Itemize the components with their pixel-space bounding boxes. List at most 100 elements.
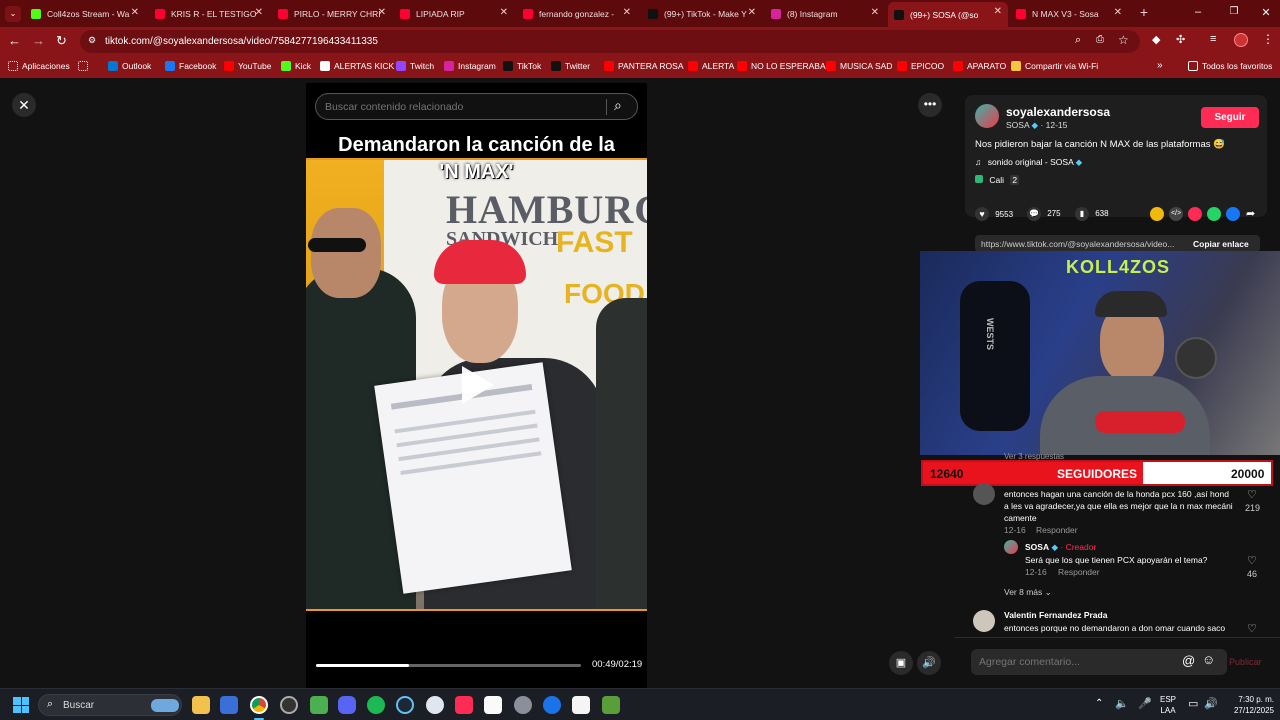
related-search-bar[interactable]: ⌕ xyxy=(315,93,638,120)
bookmark-item[interactable]: ALERTAS KICK xyxy=(320,61,394,71)
steam-icon[interactable] xyxy=(396,696,414,714)
bookmark-item[interactable]: Twitch xyxy=(396,61,434,71)
close-tab-icon[interactable]: ✕ xyxy=(378,7,386,18)
reply-reply-button[interactable]: Responder xyxy=(1058,567,1100,577)
extension-icon[interactable]: ◆ xyxy=(1152,33,1160,46)
related-search-input[interactable] xyxy=(325,99,595,115)
view-replies-link[interactable]: Ver 3 respuestas xyxy=(1004,452,1064,461)
bookmark-item[interactable]: Aplicaciones xyxy=(8,61,70,71)
bookmark-item[interactable]: TikTok xyxy=(503,61,541,71)
minimize-button[interactable]: – xyxy=(1190,6,1206,20)
bookmark-item[interactable]: Twitter xyxy=(551,61,590,71)
volume-tray-icon[interactable]: 🔈 xyxy=(1115,697,1129,710)
facebook-icon[interactable] xyxy=(1226,207,1240,221)
bookmark-item[interactable]: Kick xyxy=(281,61,311,71)
bookmark-item[interactable]: PANTERA ROSA xyxy=(604,61,684,71)
app-icon[interactable] xyxy=(310,696,328,714)
capcut-icon[interactable] xyxy=(572,696,590,714)
mention-icon[interactable]: @ xyxy=(1182,653,1195,668)
comment-input-box[interactable]: @ ☺ xyxy=(971,649,1227,675)
play-icon[interactable] xyxy=(462,366,494,404)
copy-link-button[interactable]: Copiar enlace xyxy=(1193,239,1249,249)
microphone-tray-icon[interactable]: 🎤 xyxy=(1138,697,1152,710)
view-more-replies[interactable]: Ver 8 más ⌄ xyxy=(1004,587,1052,598)
comment2-avatar[interactable] xyxy=(973,610,995,632)
author-avatar[interactable] xyxy=(975,104,999,128)
close-tab-icon[interactable]: ✕ xyxy=(131,7,139,18)
embed-icon[interactable]: </> xyxy=(1169,207,1183,221)
video-progress-track[interactable] xyxy=(316,664,581,667)
app2-icon[interactable] xyxy=(426,696,444,714)
notes-icon[interactable] xyxy=(484,696,502,714)
reply-heart-icon[interactable]: ♡ xyxy=(1247,554,1257,567)
bookmark-item[interactable]: YouTube xyxy=(224,61,271,71)
send-icon[interactable] xyxy=(1188,207,1202,221)
bookmark-star-icon[interactable]: ☆ xyxy=(1118,33,1129,47)
more-options-button[interactable]: ••• xyxy=(918,93,942,117)
bookmarks-overflow-icon[interactable]: » xyxy=(1157,60,1163,71)
discord-icon[interactable] xyxy=(338,696,356,714)
media-controls-icon[interactable]: ≡ xyxy=(1210,33,1216,45)
forward-icon[interactable]: → xyxy=(32,33,45,48)
minecraft-icon[interactable] xyxy=(602,696,620,714)
windows-start-icon[interactable] xyxy=(13,697,29,713)
browser-tab[interactable]: fernando gonzalez - ✕ xyxy=(517,3,637,24)
pip-button[interactable]: ▣ xyxy=(889,651,913,675)
bookmark-item[interactable]: Facebook xyxy=(165,61,216,71)
browser-tab[interactable]: LIPIADA RIP ✕ xyxy=(394,3,514,24)
chrome-icon[interactable] xyxy=(250,696,268,714)
bookmark-item[interactable]: Instagram xyxy=(444,61,496,71)
restore-button[interactable]: ❐ xyxy=(1226,6,1242,20)
browser-tab[interactable]: (8) Instagram ✕ xyxy=(765,3,885,24)
spotify-icon[interactable] xyxy=(367,696,385,714)
clock[interactable]: 7:30 p. m. 27/12/2025 xyxy=(1224,694,1274,716)
bookmark-item[interactable]: NO LO ESPERABA xyxy=(737,61,826,71)
location-row[interactable]: Cali 2 xyxy=(975,175,1020,185)
author-username[interactable]: soyalexandersosa xyxy=(1006,105,1110,119)
close-tab-icon[interactable]: ✕ xyxy=(748,7,756,18)
comment-heart-icon[interactable]: ♡ xyxy=(1247,488,1257,501)
whatsapp-icon[interactable] xyxy=(1207,207,1221,221)
comment-reply-button[interactable]: Responder xyxy=(1036,525,1078,535)
network-icon[interactable]: ▭ xyxy=(1188,697,1198,710)
video-player[interactable]: HAMBURGU SANDWICH FAST FOOD xyxy=(306,83,647,688)
post-comment-button[interactable]: Publicar xyxy=(1229,657,1262,667)
install-icon[interactable]: ⎙ xyxy=(1096,34,1104,45)
like-button[interactable]: ♥ 9553 xyxy=(975,207,1013,221)
close-tab-icon[interactable]: ✕ xyxy=(994,6,1002,17)
comment-avatar[interactable] xyxy=(973,483,995,505)
back-icon[interactable]: ← xyxy=(8,33,21,48)
sound-row[interactable]: ♫ sonido original - SOSA ◆ xyxy=(975,157,1082,168)
reply-avatar[interactable] xyxy=(1004,540,1018,554)
file-explorer-icon[interactable] xyxy=(192,696,210,714)
search-icon[interactable]: ⌕ xyxy=(614,97,622,114)
comment2-heart-icon[interactable]: ♡ xyxy=(1247,622,1257,635)
language-indicator[interactable]: ESP LAA xyxy=(1160,694,1176,716)
close-tab-icon[interactable]: ✕ xyxy=(1114,7,1122,18)
browser-tab[interactable]: PIRLO - MERRY CHRI ✕ xyxy=(272,3,392,24)
tray-overflow-icon[interactable]: ⌃ xyxy=(1095,698,1103,709)
tiktok-icon[interactable] xyxy=(455,696,473,714)
comment-input[interactable] xyxy=(979,655,1169,669)
address-bar[interactable]: ⚙ tiktok.com/@soyalexandersosa/video/758… xyxy=(80,30,1140,53)
close-tab-icon[interactable]: ✕ xyxy=(255,7,263,18)
reply-author[interactable]: SOSA xyxy=(1025,542,1049,552)
browser-tab[interactable]: Coll4zos Stream - Wa ✕ xyxy=(25,3,145,24)
app3-icon[interactable] xyxy=(543,696,561,714)
settings-icon[interactable] xyxy=(514,696,532,714)
extensions-puzzle-icon[interactable]: ✣ xyxy=(1176,33,1185,46)
share-coin-icon[interactable] xyxy=(1150,207,1164,221)
bookmark-item[interactable]: EPICOO xyxy=(897,61,944,71)
close-tab-icon[interactable]: ✕ xyxy=(871,7,879,18)
share-arrow-icon[interactable]: ➦ xyxy=(1246,207,1255,220)
bookmark-item[interactable]: Compartir vía Wi-Fi xyxy=(1011,61,1098,71)
browser-tab[interactable]: (99+) TikTok - Make Y ✕ xyxy=(642,3,762,24)
comment-button[interactable]: 💬 275 xyxy=(1027,207,1061,221)
bookmark-item[interactable]: Outlook xyxy=(108,61,151,71)
menu-icon[interactable]: ⋮ xyxy=(1262,32,1274,46)
volume-button[interactable]: 🔊 xyxy=(917,651,941,675)
zoom-icon[interactable]: ⌕ xyxy=(1075,34,1081,47)
emoji-icon[interactable]: ☺ xyxy=(1202,652,1215,667)
save-button[interactable]: ▮ 638 xyxy=(1075,207,1109,221)
bookmark-item[interactable]: MUSICA SAD xyxy=(826,61,892,71)
